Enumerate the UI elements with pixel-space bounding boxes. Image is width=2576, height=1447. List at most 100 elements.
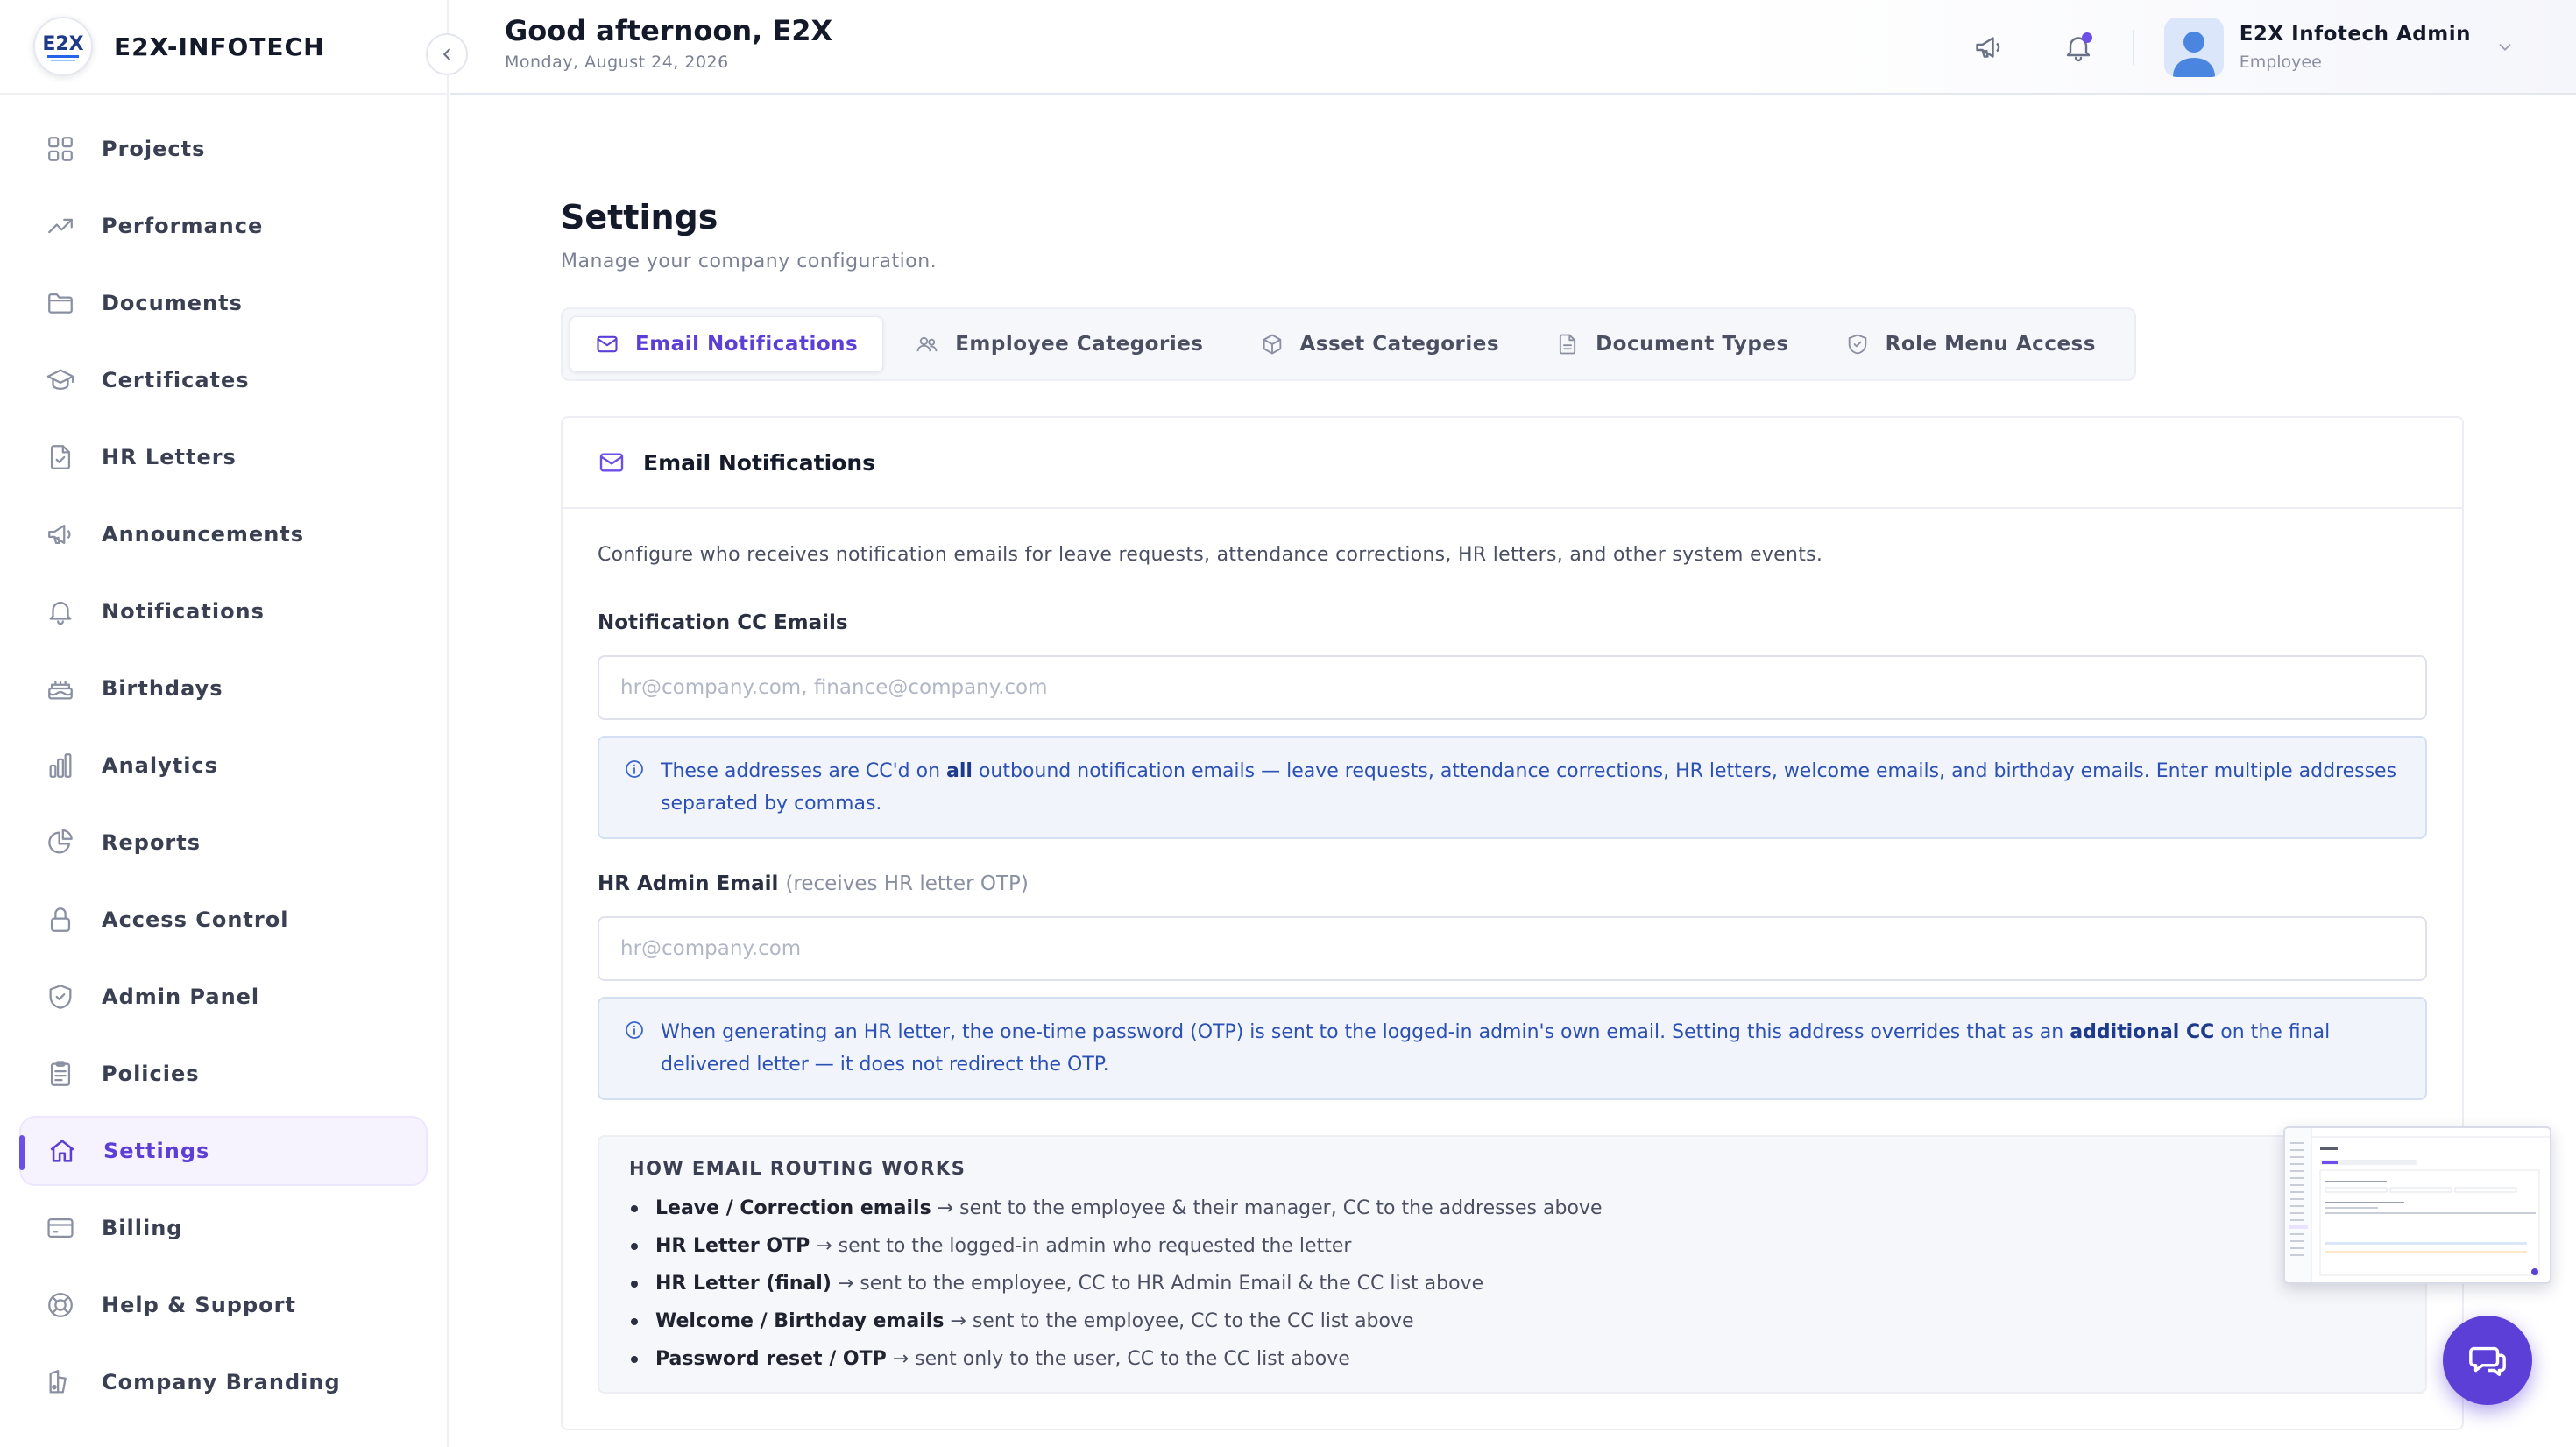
sidebar-item-label: Projects [102, 137, 206, 161]
header-actions: E2X Infotech Admin Employee [1964, 0, 2576, 95]
cc-emails-info: These addresses are CC'd on all outbound… [598, 736, 2427, 839]
lifebuoy-icon [48, 1293, 73, 1317]
sidebar-item-admin-panel[interactable]: Admin Panel [19, 962, 428, 1032]
header-divider [2132, 30, 2134, 65]
card-description: Configure who receives notification emai… [598, 544, 1823, 566]
sidebar-item-announcements[interactable]: Announcements [19, 499, 428, 569]
info-text-emphasis: all [946, 760, 973, 782]
user-role: Employee [2239, 53, 2322, 72]
routing-rule-key: Leave / Correction emails [655, 1197, 931, 1219]
announcements-button[interactable] [1964, 23, 2013, 72]
sidebar-nav: Projects Performance Documents Certifica… [0, 95, 447, 1417]
routing-rule-text: → sent to the employee, CC to HR Admin E… [831, 1273, 1484, 1295]
sidebar-item-help-support[interactable]: Help & Support [19, 1270, 428, 1340]
notification-dot [2081, 32, 2092, 43]
sidebar-item-label: Reports [102, 830, 202, 855]
field-hint: (receives HR letter OTP) [785, 872, 1029, 895]
pie-chart-icon [48, 829, 73, 854]
sidebar-item-label: Help & Support [102, 1293, 296, 1317]
tab-employee-categories[interactable]: Employee Categories [890, 316, 1228, 372]
routing-rule: Leave / Correction emails → sent to the … [629, 1189, 2396, 1227]
sidebar-item-certificates[interactable]: Certificates [19, 345, 428, 415]
sidebar-item-analytics[interactable]: Analytics [19, 731, 428, 801]
user-info: E2X Infotech Admin Employee [2240, 23, 2471, 72]
sidebar-item-billing[interactable]: Billing [19, 1193, 428, 1263]
sidebar-item-notifications[interactable]: Notifications [19, 576, 428, 646]
sidebar-item-projects[interactable]: Projects [19, 114, 428, 184]
routing-rule-text: → sent to the logged-in admin who reques… [810, 1235, 1352, 1257]
top-header: Good afternoon, E2X Monday, August 24, 2… [450, 0, 2576, 95]
lock-icon [50, 907, 71, 932]
card-header: Email Notifications [563, 418, 2462, 509]
routing-title: HOW EMAIL ROUTING WORKS [629, 1158, 966, 1179]
info-text-part: These addresses are CC'd on [661, 760, 947, 782]
avatar [2163, 18, 2224, 77]
info-text-part: When generating an HR letter, the one-ti… [661, 1021, 2070, 1043]
trending-up-icon [48, 218, 73, 234]
routing-rule: HR Letter OTP → sent to the logged-in ad… [629, 1227, 2396, 1265]
routing-rule-key: HR Letter OTP [655, 1235, 810, 1257]
megaphone-icon [1976, 37, 1999, 58]
shield-check-icon [1848, 334, 1866, 355]
sidebar-item-label: Birthdays [102, 676, 223, 701]
bell-icon [49, 602, 72, 625]
tab-role-menu-access[interactable]: Role Menu Access [1821, 316, 2120, 372]
file-icon [1559, 334, 1576, 355]
tab-asset-categories[interactable]: Asset Categories [1235, 316, 1525, 372]
hr-admin-email-input[interactable] [598, 916, 2427, 981]
email-notifications-card: Email Notifications Configure who receiv… [561, 416, 2464, 1430]
sidebar-item-company-branding[interactable]: Company Branding [19, 1347, 428, 1417]
routing-rules-list: Leave / Correction emails → sent to the … [629, 1189, 2396, 1378]
notifications-button[interactable] [2054, 23, 2103, 72]
clipboard-icon [50, 1061, 71, 1086]
tab-document-types[interactable]: Document Types [1531, 316, 1814, 372]
user-menu[interactable]: E2X Infotech Admin Employee [2163, 18, 2576, 77]
cake-icon [48, 681, 73, 700]
routing-rule: Welcome / Birthday emails → sent to the … [629, 1302, 2396, 1340]
tab-email-notifications[interactable]: Email Notifications [570, 316, 884, 372]
main-content: Settings Manage your company configurati… [561, 95, 2464, 1430]
mail-icon [597, 335, 618, 353]
routing-rule-key: HR Letter (final) [655, 1273, 832, 1295]
chat-support-button[interactable] [2443, 1316, 2532, 1405]
sidebar-item-label: Company Branding [102, 1370, 341, 1394]
brand-name: E2X-INFOTECH [114, 32, 325, 61]
sidebar-item-access-control[interactable]: Access Control [19, 885, 428, 955]
routing-rule-text: → sent only to the user, CC to the CC li… [886, 1348, 1350, 1370]
sidebar-item-label: Billing [102, 1216, 183, 1240]
grid-icon [48, 137, 73, 161]
sidebar-item-label: Policies [102, 1062, 200, 1086]
routing-rule-text: → sent to the employee & their manager, … [931, 1197, 1603, 1219]
sidebar-item-label: Analytics [102, 753, 218, 778]
sidebar-item-policies[interactable]: Policies [19, 1039, 428, 1109]
sidebar-item-label: Access Control [102, 907, 289, 932]
screenshot-thumbnail[interactable] [2283, 1126, 2551, 1284]
sidebar-item-hr-letters[interactable]: HR Letters [19, 422, 428, 492]
page-title: Settings [561, 198, 718, 236]
sidebar-item-settings[interactable]: Settings [19, 1116, 428, 1186]
sidebar-item-performance[interactable]: Performance [19, 191, 428, 261]
cc-emails-input[interactable] [598, 655, 2427, 720]
sidebar-item-documents[interactable]: Documents [19, 268, 428, 338]
card-body: Configure who receives notification emai… [563, 509, 2462, 1429]
hr-admin-email-info: When generating an HR letter, the one-ti… [598, 997, 2427, 1100]
tab-label: Role Menu Access [1885, 333, 2096, 356]
sidebar-item-label: HR Letters [102, 445, 237, 469]
sidebar-item-label: Notifications [102, 599, 265, 624]
svg-text:E2X: E2X [42, 33, 83, 55]
sidebar-item-label: Settings [103, 1139, 210, 1163]
greeting-block: Good afternoon, E2X Monday, August 24, 2… [505, 14, 832, 72]
info-icon [626, 760, 643, 778]
collapse-sidebar-button[interactable] [426, 33, 468, 75]
company-logo[interactable]: E2X [33, 17, 93, 76]
sidebar-item-reports[interactable]: Reports [19, 808, 428, 878]
sidebar-item-birthdays[interactable]: Birthdays [19, 653, 428, 724]
chevron-down-icon [2499, 44, 2511, 51]
cc-emails-info-text: These addresses are CC'd on all outbound… [661, 755, 2401, 820]
routing-rule: HR Letter (final) → sent to the employee… [629, 1265, 2396, 1302]
info-text-emphasis: additional CC [2070, 1021, 2215, 1043]
shield-icon [49, 985, 72, 1009]
settings-tabs: Email Notifications Employee Categories … [561, 307, 2136, 381]
brand: E2X E2X-INFOTECH [0, 0, 468, 95]
sidebar-item-label: Certificates [102, 368, 250, 392]
